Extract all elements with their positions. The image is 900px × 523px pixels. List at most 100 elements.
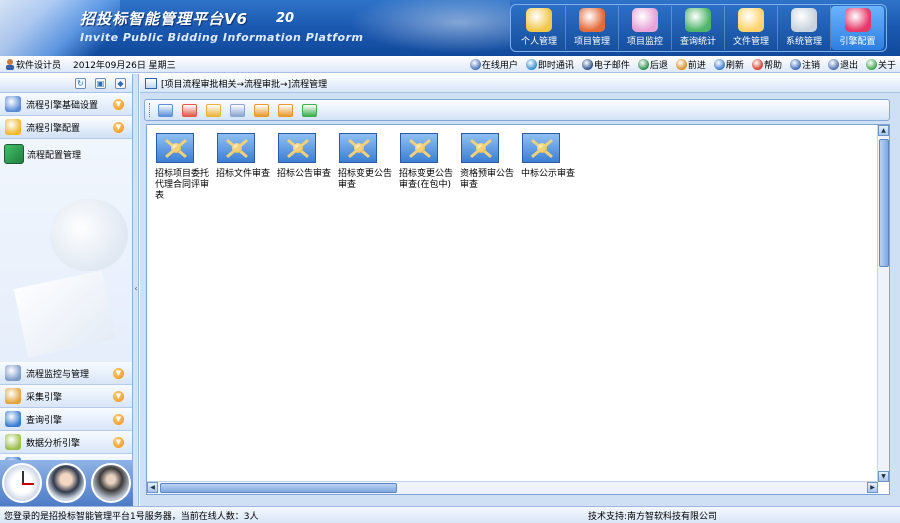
flow-tile-0[interactable]: 招标项目委托代理合同评审表 <box>155 133 216 202</box>
nav-item-3[interactable]: 查询统计 <box>672 6 725 50</box>
help-icon <box>751 59 763 70</box>
sidebar-item-bottom-3[interactable]: 数据分析引擎 ▼ <box>0 431 132 454</box>
email-icon <box>581 59 593 70</box>
config-icon <box>5 119 21 135</box>
tool-label: 在线用户 <box>481 61 518 71</box>
collect-icon <box>5 388 21 404</box>
sidebar-item-label: 流程引擎基础设置 <box>26 100 99 111</box>
nav-item-6[interactable]: 引擎配置 <box>831 6 884 50</box>
personal-icon <box>526 8 552 32</box>
sidebar-subitem-label: 流程配置管理 <box>27 150 82 161</box>
vertical-scroll-thumb[interactable] <box>879 139 889 267</box>
user-photo-icon[interactable] <box>46 463 87 503</box>
app-subtitle: Invite Public Bidding Information Platfo… <box>80 31 364 44</box>
scroll-right-icon[interactable]: ▶ <box>867 482 878 493</box>
nav-item-1[interactable]: 项目管理 <box>566 6 619 50</box>
tool-0[interactable]: 在线用户 <box>469 58 518 71</box>
back-arrow-icon[interactable] <box>254 103 269 117</box>
tool-4[interactable]: 前进 <box>675 58 706 71</box>
panel-splitter[interactable]: ‹ <box>133 74 139 506</box>
refresh-tree-icon[interactable]: ↻ <box>75 77 86 89</box>
flow-tile-2[interactable]: 招标公告审查 <box>277 133 338 202</box>
tool-7[interactable]: 注销 <box>789 58 820 71</box>
scroll-left-icon[interactable]: ◀ <box>147 482 158 493</box>
tool-9[interactable]: 关于 <box>865 58 896 71</box>
process-node-icon <box>537 143 547 153</box>
chevron-down-icon[interactable]: ▼ <box>113 391 124 402</box>
current-date: 2012年09月26日 星期三 <box>73 60 176 71</box>
tool-6[interactable]: 帮助 <box>751 58 782 71</box>
pie-chart-icon <box>685 8 711 32</box>
nav-label: 项目监控 <box>626 37 663 47</box>
flow-tile-1[interactable]: 招标文件审查 <box>216 133 277 202</box>
sidebar-item-label: 流程引擎配置 <box>26 123 81 134</box>
sidebar-item-bottom-1[interactable]: 采集引擎 ▼ <box>0 385 132 408</box>
tool-8[interactable]: 退出 <box>827 58 858 71</box>
tool-1[interactable]: 即时通讯 <box>525 58 574 71</box>
sidebar-sub-panel: 流程配置管理 <box>0 139 132 362</box>
nav-item-5[interactable]: 系统管理 <box>778 6 831 50</box>
nav-item-0[interactable]: 个人管理 <box>513 6 566 50</box>
scroll-up-icon[interactable]: ▲ <box>878 125 889 136</box>
chevron-down-icon[interactable]: ▼ <box>113 414 124 425</box>
flow-tile-label: 招标项目委托代理合同评审表 <box>155 169 210 201</box>
flow-tile-label: 招标公告审查 <box>277 169 332 179</box>
display-icon[interactable] <box>302 103 317 117</box>
online-users-icon <box>469 59 481 70</box>
horizontal-scrollbar[interactable]: ◀ ▶ <box>147 481 878 494</box>
flow-tile-label: 招标文件审查 <box>216 169 271 179</box>
nav-label: 查询统计 <box>679 37 716 47</box>
sidebar-item-label: 流程监控与管理 <box>26 369 90 380</box>
back-icon <box>637 59 649 70</box>
sidebar-item-bottom-0[interactable]: 流程监控与管理 ▼ <box>0 362 132 385</box>
flow-tile-5[interactable]: 资格预审公告审查 <box>460 133 521 202</box>
flow-tile-3[interactable]: 招标变更公告审查 <box>338 133 399 202</box>
chevron-down-icon[interactable]: ▼ <box>113 368 124 379</box>
clock-icon[interactable] <box>2 463 43 503</box>
chevron-down-icon[interactable]: ▼ <box>113 122 124 133</box>
flow-tile-6[interactable]: 中标公示审查 <box>521 133 582 202</box>
forward-arrow-icon[interactable] <box>278 103 293 117</box>
app-version: 20 <box>276 11 295 26</box>
sidebar-toolbar: ↻ ▣ ◆ <box>0 74 132 93</box>
view-icon[interactable] <box>158 103 173 117</box>
tool-label: 前进 <box>687 61 706 71</box>
flow-tile-4[interactable]: 招标变更公告审查(在包中) <box>399 133 460 202</box>
folder-icon[interactable] <box>206 103 221 117</box>
chevron-down-icon[interactable]: ▼ <box>113 437 124 448</box>
sidebar-item-top-1[interactable]: 流程引擎配置 ▼ <box>0 116 132 139</box>
app-title: 招投标智能管理平台V6 <box>80 10 249 28</box>
scroll-down-icon[interactable]: ▼ <box>878 471 889 482</box>
team-photo-icon[interactable] <box>90 463 131 503</box>
process-node-icon <box>293 143 303 153</box>
process-node-icon <box>415 143 425 153</box>
monitor-icon <box>632 8 658 32</box>
im-icon <box>525 59 537 70</box>
sidebar-subitem-0[interactable]: 流程配置管理 <box>0 139 132 164</box>
nav-item-2[interactable]: 项目监控 <box>619 6 672 50</box>
decorative-paper-image <box>13 270 117 358</box>
chevron-down-icon[interactable]: ▼ <box>113 99 124 110</box>
sidebar-item-bottom-2[interactable]: 查询引擎 ▼ <box>0 408 132 431</box>
tool-label: 退出 <box>839 61 858 71</box>
sidebar-item-top-0[interactable]: 流程引擎基础设置 ▼ <box>0 93 132 116</box>
gear-icon <box>5 96 21 112</box>
flow-tile-label: 中标公示审查 <box>521 169 576 179</box>
process-node-icon <box>171 143 181 153</box>
tool-2[interactable]: 电子邮件 <box>581 58 630 71</box>
collapse-icon[interactable]: ◆ <box>115 77 126 89</box>
tool-5[interactable]: 刷新 <box>713 58 744 71</box>
nav-item-4[interactable]: 文件管理 <box>725 6 778 50</box>
tool-3[interactable]: 后退 <box>637 58 668 71</box>
copy-icon[interactable]: ▣ <box>95 77 106 89</box>
breadcrumb: [项目流程审批相关→流程审批→]流程管理 <box>140 74 900 93</box>
splitter-grip-icon[interactable]: ‹ <box>133 284 139 300</box>
stop-icon[interactable] <box>182 103 197 117</box>
analysis-icon <box>5 434 21 450</box>
horizontal-scroll-thumb[interactable] <box>160 483 397 493</box>
login-status: 您登录的是招投标智能管理平台1号服务器，当前在线人数：3人 <box>4 511 259 522</box>
file-icon <box>738 8 764 32</box>
flow-config-icon <box>4 144 24 164</box>
grid-icon[interactable] <box>230 103 245 117</box>
vertical-scrollbar[interactable]: ▲ ▼ <box>877 125 889 482</box>
